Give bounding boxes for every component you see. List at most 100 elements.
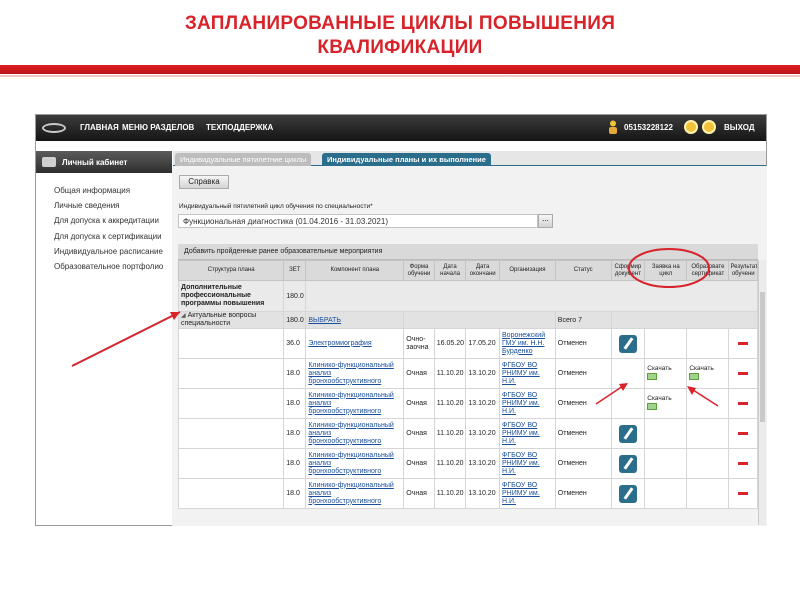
edit-pen-icon[interactable] [618,484,637,503]
row-component[interactable]: Клинико-функциональный анализ бронхообст… [308,362,393,385]
sidebar-item-schedule[interactable]: Индивидуальное расписание [54,244,163,259]
sidebar-menu: Общая информация Личные сведения Для доп… [54,183,163,274]
col-form[interactable]: Форма обучени [403,260,435,281]
row-start: 11.10.20 [433,358,467,389]
row-component[interactable]: Клинико-функциональный анализ бронхообст… [308,422,393,445]
col-component[interactable]: Компонент плана [305,260,405,281]
row-start: 11.10.20 [433,388,467,419]
row-status: Отменен [554,478,612,509]
row-component[interactable]: Электромиография [308,340,371,347]
remove-icon[interactable] [738,341,749,345]
sidebar-item-general[interactable]: Общая информация [54,183,163,198]
zoom-out-icon[interactable] [702,120,716,134]
col-zet[interactable]: ЗЕТ [283,260,307,281]
table-row: 18.0 Клинико-функциональный анализ бронхо… [177,448,758,479]
help-button[interactable]: Справка [179,175,229,189]
col-structure[interactable]: Структура плана [177,260,285,281]
nav-sections-menu[interactable]: МЕНЮ РАЗДЕЛОВ [122,123,194,132]
vertical-scrollbar[interactable] [758,260,766,525]
red-divider [0,65,800,74]
row-component[interactable]: Клинико-функциональный анализ бронхообст… [308,452,393,475]
col-document[interactable]: Сформир документ [610,260,646,281]
col-status[interactable]: Статус [554,260,612,281]
sidebar-title: Личный кабинет [62,158,128,167]
remove-icon[interactable] [738,461,749,465]
subgroup-title: Актуальные вопросы специальности [181,312,257,328]
nav-support[interactable]: ТЕХПОДДЕРЖКА [206,123,273,132]
row-zet: 18.0 [283,448,307,479]
edit-pen-icon[interactable] [618,424,637,443]
group-title: Дополнительные профессиональные программ… [177,280,285,312]
remove-icon[interactable] [738,401,749,405]
col-end[interactable]: Дата окончани [465,260,501,281]
subgroup-row: ◢ Актуальные вопросы специальности 180.0… [177,311,759,329]
row-organization[interactable]: ФГБОУ ВО РНИМУ им. Н.И. [502,362,540,385]
row-end: 13.10.20 [465,388,501,419]
user-phone: 05153228122 [624,123,673,132]
row-zet: 18.0 [283,418,307,449]
tab-individual-plans[interactable]: Индивидуальные планы и их выполнение [322,153,491,167]
row-organization[interactable]: ФГБОУ ВО РНИМУ им. Н.И. [502,422,540,445]
col-certificate[interactable]: Образовате сертификат [686,260,730,281]
add-past-events-bar[interactable]: Добавить пройденные ранее образовательны… [178,244,758,260]
col-request[interactable]: Заявка на цикл [644,260,688,281]
row-end: 17.05.20 [465,328,501,359]
download-icon[interactable] [689,372,700,380]
row-end: 13.10.20 [465,478,501,509]
col-start[interactable]: Дата начала [433,260,467,281]
expand-triangle-icon[interactable]: ◢ [181,313,186,319]
choose-link[interactable]: ВЫБРАТЬ [308,317,341,324]
row-organization[interactable]: Воронежский ГМУ им. Н.Н. Бурденко [502,332,545,355]
request-download-link[interactable]: Скачать [647,395,671,402]
scrollbar-thumb[interactable] [760,292,765,422]
row-organization[interactable]: ФГБОУ ВО РНИМУ им. Н.И. [502,452,540,475]
col-organization[interactable]: Организация [499,260,556,281]
group-row: Дополнительные профессиональные программ… [177,280,758,312]
logo-icon[interactable] [42,123,66,133]
row-start: 16.05.20 [433,328,467,359]
tab-five-year-cycles[interactable]: Индивидуальные пятилетние циклы [175,153,312,167]
row-organization[interactable]: ФГБОУ ВО РНИМУ им. Н.И. [502,482,540,505]
edit-pen-icon[interactable] [618,334,637,353]
row-form: Очная [403,388,435,419]
slide-title-line1: ЗАПЛАНИРОВАННЫЕ ЦИКЛЫ ПОВЫШЕНИЯ [184,13,616,34]
row-zet: 36.0 [283,328,307,359]
sidebar-item-personal[interactable]: Личные сведения [54,198,163,213]
row-component[interactable]: Клинико-функциональный анализ бронхообст… [308,482,393,505]
table-header-row: Структура плана ЗЕТ Компонент плана Форм… [177,260,758,281]
row-form: Очная [403,358,435,389]
row-organization[interactable]: ФГБОУ ВО РНИМУ им. Н.И. [502,392,540,415]
download-icon[interactable] [647,372,658,380]
row-zet: 18.0 [283,358,307,389]
table-row: 18.0 Клинико-функциональный анализ бронхо… [177,358,758,389]
remove-icon[interactable] [738,371,749,375]
remove-icon[interactable] [738,431,749,435]
sidebar-item-certification[interactable]: Для допуска к сертификации [54,229,163,244]
download-icon[interactable] [647,402,658,410]
slide-title-line2: КВАЛИФИКАЦИИ [317,37,483,58]
row-end: 13.10.20 [465,418,501,449]
request-download-link[interactable]: Скачать [647,365,671,372]
col-result[interactable]: Результат обучени [728,260,758,281]
remove-icon[interactable] [738,491,749,495]
row-component[interactable]: Клинико-функциональный анализ бронхообст… [308,392,393,415]
subgroup-zet: 180.0 [283,311,307,329]
row-zet: 18.0 [283,478,307,509]
sidebar-item-portfolio[interactable]: Образовательное портфолио [54,259,163,274]
row-end: 13.10.20 [465,448,501,479]
row-start: 11.10.20 [433,478,467,509]
certificate-download-link[interactable]: Скачать [689,365,713,372]
table-row: 36.0 Электромиография Очно-заочна 16.05.20 1… [177,328,758,359]
row-end: 13.10.20 [465,358,501,389]
logout-link[interactable]: ВЫХОД [724,123,755,132]
row-status: Отменен [554,418,612,449]
edit-pen-icon[interactable] [618,454,637,473]
zoom-in-icon[interactable] [684,120,698,134]
slide-title: ЗАПЛАНИРОВАННЫЕ ЦИКЛЫ ПОВЫШЕНИЯ КВАЛИФИК… [0,12,800,60]
cycle-picker-button[interactable]: ... [538,214,553,228]
subgroup-total: Всего 7 [554,311,612,329]
row-start: 11.10.20 [433,448,467,479]
cycle-select[interactable]: Функциональная диагностика (01.04.2016 -… [178,214,538,228]
sidebar-item-accreditation[interactable]: Для допуска к аккредитации [54,213,163,228]
nav-home[interactable]: ГЛАВНАЯ [80,123,119,132]
